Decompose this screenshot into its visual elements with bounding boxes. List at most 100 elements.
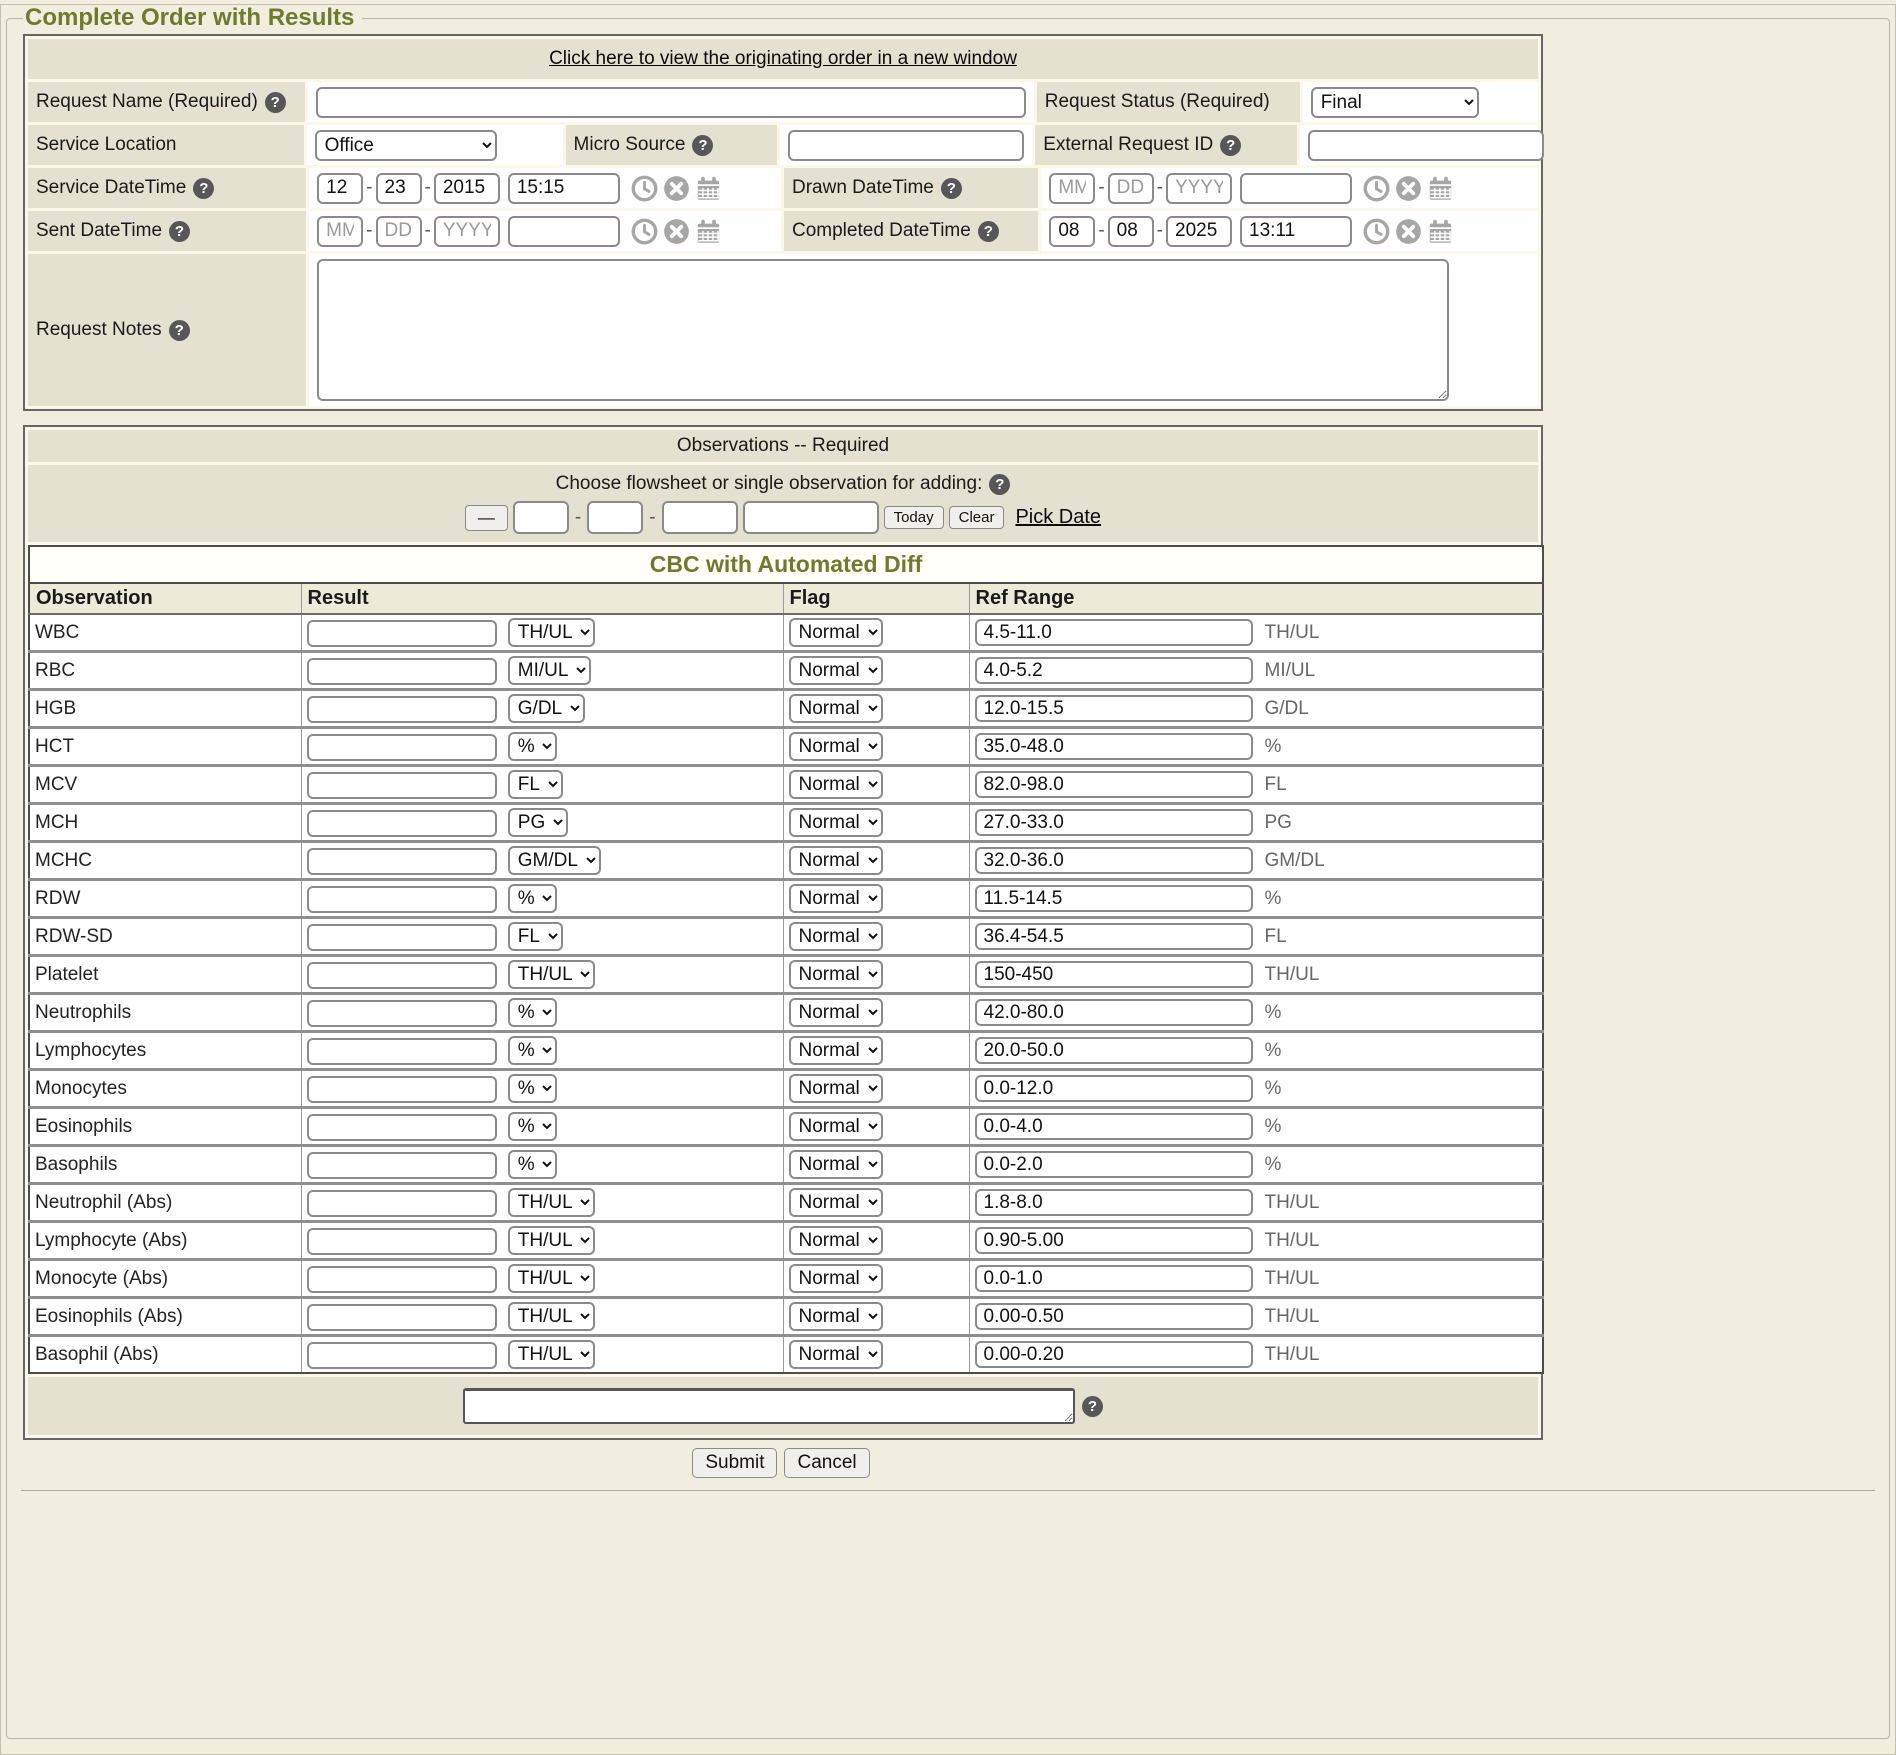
- result-input[interactable]: [307, 772, 497, 799]
- pick-date-link[interactable]: Pick Date: [1015, 506, 1101, 529]
- result-input[interactable]: [307, 620, 497, 647]
- sent-year-input[interactable]: [434, 216, 500, 247]
- result-unit-select[interactable]: %: [508, 1112, 557, 1141]
- ref-range-input[interactable]: [975, 1189, 1253, 1216]
- flag-select[interactable]: Normal: [789, 1112, 883, 1141]
- completed-month-input[interactable]: [1049, 216, 1095, 247]
- today-button[interactable]: Today: [884, 506, 944, 529]
- help-icon[interactable]: [692, 135, 713, 156]
- clear-date-icon[interactable]: [1395, 218, 1422, 245]
- result-input[interactable]: [307, 810, 497, 837]
- ref-range-input[interactable]: [975, 1151, 1253, 1178]
- flag-select[interactable]: Normal: [789, 1036, 883, 1065]
- flag-select[interactable]: Normal: [789, 694, 883, 723]
- result-input[interactable]: [307, 924, 497, 951]
- sent-time-input[interactable]: [508, 216, 620, 247]
- flag-select[interactable]: Normal: [789, 846, 883, 875]
- help-icon[interactable]: [265, 92, 286, 113]
- result-unit-select[interactable]: TH/UL: [508, 1264, 595, 1293]
- result-input[interactable]: [307, 886, 497, 913]
- result-input[interactable]: [307, 658, 497, 685]
- clock-icon[interactable]: [631, 175, 658, 202]
- ref-range-input[interactable]: [975, 1075, 1253, 1102]
- ref-range-input[interactable]: [975, 695, 1253, 722]
- result-input[interactable]: [307, 962, 497, 989]
- flag-select[interactable]: Normal: [789, 960, 883, 989]
- flag-select[interactable]: Normal: [789, 1226, 883, 1255]
- flag-select[interactable]: Normal: [789, 1302, 883, 1331]
- cancel-button[interactable]: Cancel: [784, 1448, 869, 1478]
- service-day-input[interactable]: [376, 173, 422, 204]
- remove-flowsheet-button[interactable]: —: [465, 505, 508, 531]
- result-unit-select[interactable]: %: [508, 1150, 557, 1179]
- help-icon[interactable]: [989, 474, 1010, 495]
- clock-icon[interactable]: [1363, 218, 1390, 245]
- result-unit-select[interactable]: G/DL: [508, 694, 585, 723]
- request-name-input[interactable]: [316, 87, 1026, 118]
- flag-select[interactable]: Normal: [789, 808, 883, 837]
- help-icon[interactable]: [193, 178, 214, 199]
- ref-range-input[interactable]: [975, 1341, 1253, 1368]
- result-input[interactable]: [307, 696, 497, 723]
- result-input[interactable]: [307, 848, 497, 875]
- ref-range-input[interactable]: [975, 1303, 1253, 1330]
- help-icon[interactable]: [169, 320, 190, 341]
- result-unit-select[interactable]: %: [508, 998, 557, 1027]
- result-input[interactable]: [307, 1342, 497, 1369]
- request-notes-textarea[interactable]: [317, 259, 1449, 401]
- calendar-icon[interactable]: [695, 175, 722, 202]
- drawn-year-input[interactable]: [1166, 173, 1232, 204]
- ref-range-input[interactable]: [975, 809, 1253, 836]
- flag-select[interactable]: Normal: [789, 618, 883, 647]
- sent-day-input[interactable]: [376, 216, 422, 247]
- result-unit-select[interactable]: TH/UL: [508, 960, 595, 989]
- flag-select[interactable]: Normal: [789, 770, 883, 799]
- result-input[interactable]: [307, 1304, 497, 1331]
- result-input[interactable]: [307, 1076, 497, 1103]
- completed-time-input[interactable]: [1240, 216, 1352, 247]
- ref-range-input[interactable]: [975, 999, 1253, 1026]
- ref-range-input[interactable]: [975, 847, 1253, 874]
- result-unit-select[interactable]: FL: [508, 770, 563, 799]
- result-unit-select[interactable]: TH/UL: [508, 1226, 595, 1255]
- completed-year-input[interactable]: [1166, 216, 1232, 247]
- ref-range-input[interactable]: [975, 657, 1253, 684]
- calendar-icon[interactable]: [1427, 175, 1454, 202]
- result-unit-select[interactable]: %: [508, 732, 557, 761]
- help-icon[interactable]: [941, 178, 962, 199]
- service-month-input[interactable]: [317, 173, 363, 204]
- flag-select[interactable]: Normal: [789, 1340, 883, 1369]
- service-location-select[interactable]: Office: [315, 130, 497, 161]
- ref-range-input[interactable]: [975, 619, 1253, 646]
- result-unit-select[interactable]: %: [508, 884, 557, 913]
- chooser-year-input[interactable]: [662, 501, 738, 534]
- ref-range-input[interactable]: [975, 1265, 1253, 1292]
- result-unit-select[interactable]: MI/UL: [508, 656, 591, 685]
- ref-range-input[interactable]: [975, 1227, 1253, 1254]
- ref-range-input[interactable]: [975, 885, 1253, 912]
- request-status-select[interactable]: Final: [1311, 87, 1479, 118]
- completed-day-input[interactable]: [1108, 216, 1154, 247]
- result-input[interactable]: [307, 1266, 497, 1293]
- external-request-id-input[interactable]: [1308, 130, 1544, 161]
- result-unit-select[interactable]: %: [508, 1036, 557, 1065]
- clear-button[interactable]: Clear: [949, 506, 1005, 529]
- flag-select[interactable]: Normal: [789, 922, 883, 951]
- result-input[interactable]: [307, 1190, 497, 1217]
- chooser-month-input[interactable]: [513, 501, 569, 534]
- calendar-icon[interactable]: [1427, 218, 1454, 245]
- service-year-input[interactable]: [434, 173, 500, 204]
- clear-date-icon[interactable]: [663, 218, 690, 245]
- flag-select[interactable]: Normal: [789, 1264, 883, 1293]
- clear-date-icon[interactable]: [1395, 175, 1422, 202]
- view-originating-order-link[interactable]: Click here to view the originating order…: [549, 48, 1017, 70]
- result-input[interactable]: [307, 1038, 497, 1065]
- ref-range-input[interactable]: [975, 771, 1253, 798]
- ref-range-input[interactable]: [975, 733, 1253, 760]
- result-input[interactable]: [307, 1152, 497, 1179]
- calendar-icon[interactable]: [695, 218, 722, 245]
- chooser-time-input[interactable]: [743, 501, 879, 534]
- result-unit-select[interactable]: TH/UL: [508, 1188, 595, 1217]
- flag-select[interactable]: Normal: [789, 1074, 883, 1103]
- help-icon[interactable]: [169, 221, 190, 242]
